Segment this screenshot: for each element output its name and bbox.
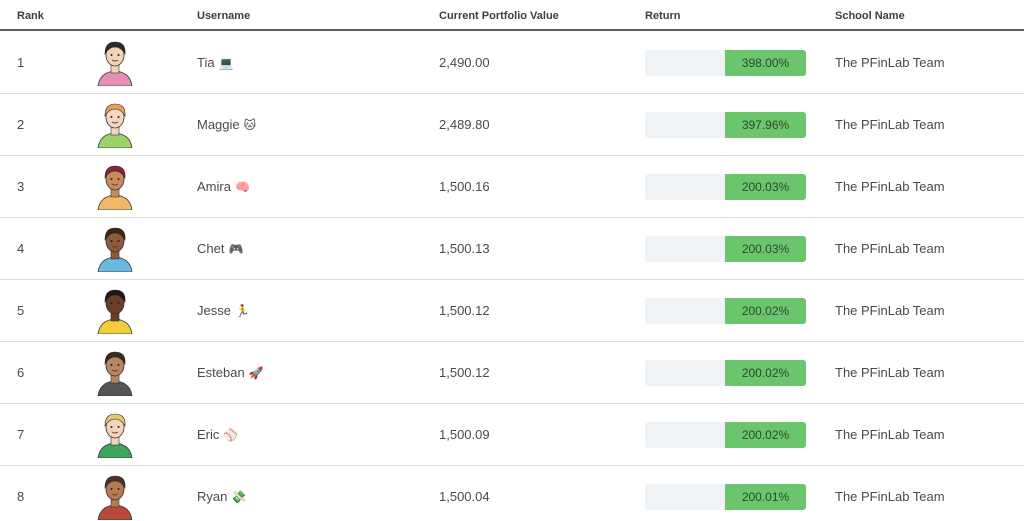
username-cell[interactable]: Ryan 💸: [197, 466, 246, 521]
header-portfolio-value[interactable]: Current Portfolio Value: [439, 10, 559, 22]
header-username[interactable]: Username: [197, 10, 250, 22]
header-return[interactable]: Return: [645, 10, 680, 22]
table-row[interactable]: 6 Esteban 🚀 1,500.12 200.02% The PFinLab Team: [0, 342, 1024, 404]
rank-cell: 5: [17, 303, 25, 318]
return-value: 200.02%: [741, 304, 790, 318]
table-row[interactable]: 8 Ryan 💸 1,500.04 200.01% The PFinLab Team: [0, 466, 1024, 521]
boy-thinking-avatar: [97, 351, 133, 396]
portfolio-value-cell: 1,500.12: [439, 303, 490, 318]
username-text[interactable]: Esteban: [197, 365, 245, 380]
username-emoji-icon: 🚀: [248, 366, 264, 380]
boy-red-shirt-avatar: [97, 475, 133, 520]
portfolio-value-cell: 1,500.04: [439, 489, 490, 504]
school-name-cell: The PFinLab Team: [835, 179, 945, 194]
return-value: 398.00%: [741, 56, 790, 70]
return-cell: 200.02%: [645, 280, 806, 341]
return-cell: 200.02%: [645, 342, 806, 403]
username-emoji-icon: 💻: [218, 56, 234, 70]
portfolio-value-cell: 2,490.00: [439, 55, 490, 70]
rank-cell: 4: [17, 241, 25, 256]
rank-cell: 6: [17, 365, 25, 380]
username-emoji-icon: 🐱: [243, 118, 257, 132]
table-row[interactable]: 4 Chet 🎮 1,500.13 200.03% The PFinLab Team: [0, 218, 1024, 280]
portfolio-value-cell: 1,500.09: [439, 427, 490, 442]
girl-long-hair-avatar: [97, 41, 133, 86]
username-text[interactable]: Ryan: [197, 489, 227, 504]
username-cell[interactable]: Jesse 🏃: [197, 280, 250, 341]
girl-curly-hair-avatar: [97, 289, 133, 334]
return-value: 200.02%: [741, 428, 790, 442]
return-value: 200.03%: [741, 242, 790, 256]
username-emoji-icon: 💸: [231, 490, 247, 504]
school-name-cell: The PFinLab Team: [835, 241, 945, 256]
avatar[interactable]: [92, 280, 138, 341]
school-name-cell: The PFinLab Team: [835, 303, 945, 318]
table-row[interactable]: 7 Eric ⚾ 1,500.09 200.02% The PFinLab Team: [0, 404, 1024, 466]
table-row[interactable]: 1 Tia 💻 2,490.00 398.00% The PFinLab Team: [0, 32, 1024, 94]
portfolio-value-cell: 1,500.13: [439, 241, 490, 256]
username-cell[interactable]: Maggie 🐱: [197, 94, 256, 155]
girl-orange-hair-avatar: [97, 103, 133, 148]
username-emoji-icon: 🧠: [234, 180, 250, 194]
portfolio-value-cell: 1,500.12: [439, 365, 490, 380]
username-emoji-icon: 🏃: [234, 304, 250, 318]
username-cell[interactable]: Tia 💻: [197, 32, 234, 93]
school-name-cell: The PFinLab Team: [835, 489, 945, 504]
table-row[interactable]: 2 Maggie 🐱 2,489.80 397.96% The PFinLab Team: [0, 94, 1024, 156]
girl-hijab-avatar: [97, 165, 133, 210]
rank-cell: 7: [17, 427, 25, 442]
username-text[interactable]: Chet: [197, 241, 224, 256]
rank-cell: 8: [17, 489, 25, 504]
avatar[interactable]: [92, 466, 138, 521]
username-emoji-icon: ⚾: [223, 428, 239, 442]
username-text[interactable]: Amira: [197, 179, 231, 194]
username-cell[interactable]: Amira 🧠: [197, 156, 250, 217]
avatar[interactable]: [92, 94, 138, 155]
school-name-cell: The PFinLab Team: [835, 427, 945, 442]
portfolio-value-cell: 1,500.16: [439, 179, 490, 194]
avatar[interactable]: [92, 342, 138, 403]
username-cell[interactable]: Esteban 🚀: [197, 342, 264, 403]
boy-green-shirt-avatar: [97, 413, 133, 458]
avatar[interactable]: [92, 32, 138, 93]
school-name-cell: The PFinLab Team: [835, 365, 945, 380]
username-text[interactable]: Eric: [197, 427, 219, 442]
username-text[interactable]: Tia: [197, 55, 215, 70]
username-cell[interactable]: Eric ⚾: [197, 404, 238, 465]
header-school-name[interactable]: School Name: [835, 10, 905, 22]
avatar[interactable]: [92, 218, 138, 279]
avatar[interactable]: [92, 404, 138, 465]
username-cell[interactable]: Chet 🎮: [197, 218, 243, 279]
username-text[interactable]: Maggie: [197, 117, 240, 132]
header-rank[interactable]: Rank: [17, 10, 44, 22]
avatar[interactable]: [92, 156, 138, 217]
return-cell: 200.02%: [645, 404, 806, 465]
return-cell: 397.96%: [645, 94, 806, 155]
table-header: Rank Username Current Portfolio Value Re…: [0, 0, 1024, 31]
table-row[interactable]: 3 Amira 🧠 1,500.16 200.03% The PFinLab Team: [0, 156, 1024, 218]
return-cell: 398.00%: [645, 32, 806, 93]
school-name-cell: The PFinLab Team: [835, 117, 945, 132]
portfolio-value-cell: 2,489.80: [439, 117, 490, 132]
return-cell: 200.03%: [645, 218, 806, 279]
return-cell: 200.03%: [645, 156, 806, 217]
table-row[interactable]: 5 Jesse 🏃 1,500.12 200.02% The PFinLab Team: [0, 280, 1024, 342]
school-name-cell: The PFinLab Team: [835, 55, 945, 70]
return-value: 200.02%: [741, 366, 790, 380]
leaderboard-table: Rank Username Current Portfolio Value Re…: [0, 0, 1024, 521]
return-value: 200.03%: [741, 180, 790, 194]
return-cell: 200.01%: [645, 466, 806, 521]
rank-cell: 2: [17, 117, 25, 132]
username-text[interactable]: Jesse: [197, 303, 231, 318]
username-emoji-icon: 🎮: [228, 242, 244, 256]
return-value: 397.96%: [741, 118, 790, 132]
return-value: 200.01%: [741, 490, 790, 504]
rank-cell: 3: [17, 179, 25, 194]
rank-cell: 1: [17, 55, 25, 70]
boy-blue-shirt-avatar: [97, 227, 133, 272]
